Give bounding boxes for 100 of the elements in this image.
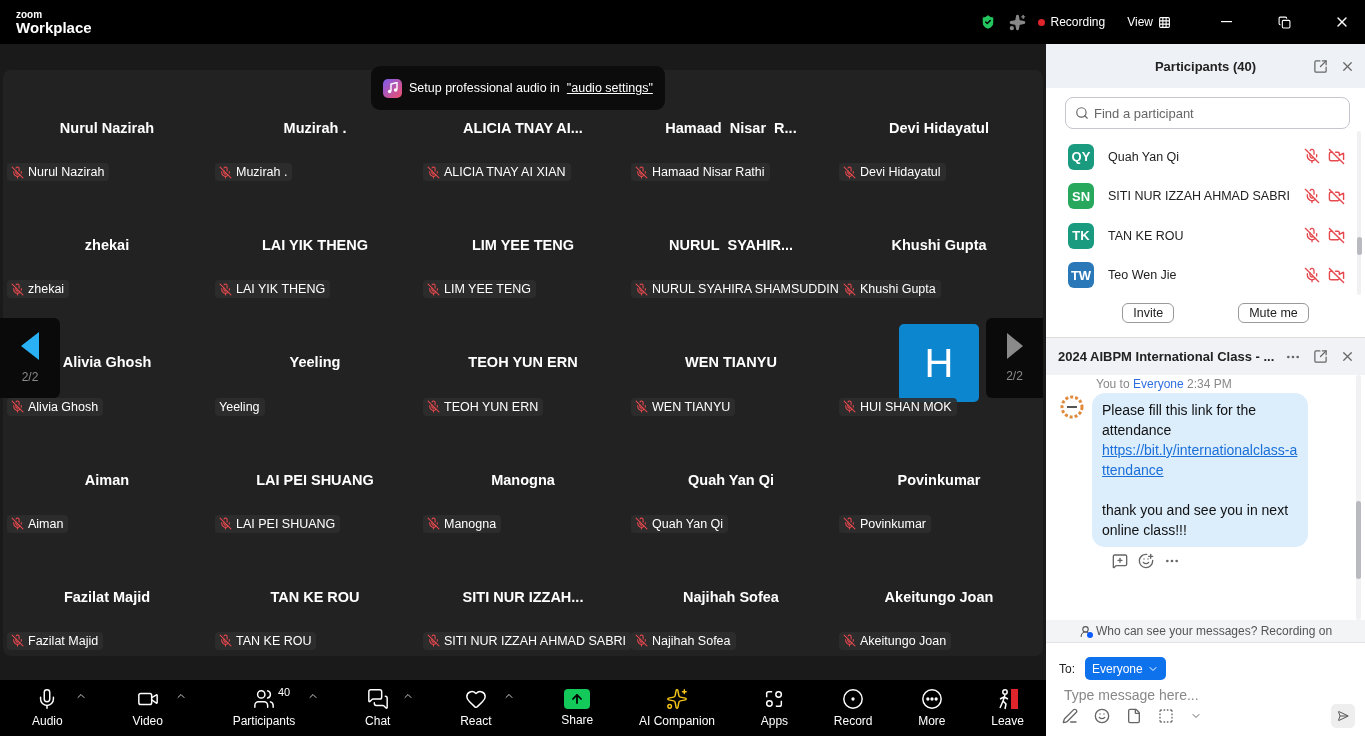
- participant-name: Aiman: [84, 471, 130, 488]
- sparkle-icon[interactable]: [1008, 13, 1026, 31]
- video-off-icon[interactable]: [1327, 266, 1345, 284]
- message-meta: You to Everyone 2:34 PM: [1095, 377, 1233, 391]
- emoji-icon[interactable]: [1094, 708, 1110, 724]
- mute-button[interactable]: Mute me: [1238, 303, 1309, 323]
- participant-avatar: TK: [1068, 222, 1094, 249]
- name-label-text: Manogna: [444, 516, 497, 531]
- sparkle-icon: [665, 688, 688, 710]
- react-button[interactable]: React: [460, 688, 492, 728]
- name-label-text: Hamaad Nisar Rathi: [652, 165, 765, 180]
- name-label-text: Nurul Nazirah: [28, 165, 105, 180]
- participant-row[interactable]: SN SITI NUR IZZAH AHMAD SABRI: [1046, 176, 1353, 216]
- screenshot-icon[interactable]: [1158, 708, 1174, 724]
- audio-settings-link[interactable]: "audio settings": [566, 81, 653, 95]
- pop-out-icon[interactable]: [1313, 349, 1328, 364]
- people-icon: [252, 688, 275, 710]
- scrollbar[interactable]: [1356, 131, 1361, 295]
- file-icon[interactable]: [1126, 708, 1142, 724]
- name-label-text: Aiman: [28, 516, 64, 531]
- send-icon: [1337, 709, 1349, 723]
- add-reaction-icon[interactable]: [1138, 553, 1154, 569]
- participant-name: Nurul Nazirah: [59, 120, 155, 136]
- participant-name: ALICIA TNAY AI...: [463, 120, 583, 136]
- scrollbar[interactable]: [1356, 375, 1361, 620]
- chat-button[interactable]: Chat: [365, 688, 391, 728]
- message-link[interactable]: https://bit.ly/internationalclass-attendance: [1102, 440, 1298, 480]
- name-label-text: Najihah Sofea: [652, 634, 731, 648]
- view-button[interactable]: View: [1127, 15, 1171, 29]
- muted-mic-icon[interactable]: [1303, 227, 1320, 244]
- name-label-text: Devi Hidayatul: [860, 165, 941, 180]
- video-button[interactable]: Video: [132, 688, 163, 728]
- message-text: Please fill this link for the attendance: [1102, 401, 1258, 440]
- name-label-text: Yeeling: [219, 399, 260, 414]
- invite-button[interactable]: Invite: [1122, 303, 1175, 323]
- muted-mic-icon[interactable]: [1303, 187, 1320, 204]
- video-off-icon[interactable]: [1327, 148, 1345, 166]
- name-label-text: Fazilat Majid: [28, 634, 99, 648]
- name-label-text: LAI YIK THENG: [236, 282, 326, 297]
- participant-row[interactable]: QY Quah Yan Qi: [1046, 137, 1353, 177]
- music-note-icon: [383, 78, 402, 98]
- right-triangle-icon: [1006, 333, 1023, 359]
- recording-indicator[interactable]: Recording: [1037, 15, 1106, 29]
- format-icon[interactable]: [1062, 708, 1078, 724]
- notice-text: Who can see your messages? Recording on: [1095, 624, 1333, 638]
- next-page-button[interactable]: 2/2: [986, 318, 1043, 398]
- video-off-icon[interactable]: [1327, 227, 1345, 245]
- panel-title: Participants (40): [1154, 58, 1257, 74]
- pop-out-icon[interactable]: [1313, 58, 1328, 74]
- participant-name: Devi Hidayatul: [889, 120, 989, 136]
- sender-logo-icon: [1060, 395, 1084, 419]
- participant-name: LIM YEE TENG: [471, 237, 575, 254]
- heart-icon: [464, 688, 487, 710]
- chat-bubbles-icon: [366, 688, 389, 710]
- more-icon: [920, 688, 943, 710]
- participant-name: LAI YIK THENG: [261, 237, 369, 254]
- muted-mic-icon[interactable]: [1303, 148, 1320, 165]
- participant-name: Yeeling: [289, 354, 341, 371]
- participant-name: Manogna: [491, 471, 555, 488]
- participant-name: WEN TIANYU: [685, 354, 777, 371]
- app-logo: zoom Workplace: [16, 9, 92, 35]
- name-label-text: SITI NUR IZZAH AHMAD SABRI: [444, 634, 626, 648]
- participant-name: Quah Yan Qi: [688, 471, 774, 488]
- apps-button[interactable]: Apps: [760, 688, 789, 728]
- name-label-text: zhekai: [28, 282, 65, 297]
- reply-icon[interactable]: [1112, 553, 1128, 569]
- user-icon: [1078, 624, 1092, 638]
- audio-button[interactable]: Audio: [32, 688, 63, 728]
- search-icon: [1075, 106, 1089, 120]
- ai-button[interactable]: AI Companion: [638, 688, 715, 728]
- name-label-text: TEOH YUN ERN: [444, 399, 539, 414]
- muted-mic-icon[interactable]: [1303, 266, 1320, 283]
- grid-icon: [1158, 15, 1171, 29]
- participant-row[interactable]: TK TAN KE ROU: [1046, 216, 1353, 256]
- leave-button[interactable]: Leave: [991, 688, 1024, 728]
- participant-row[interactable]: TW Teo Wen Jie: [1046, 255, 1353, 295]
- restore-icon: [1277, 15, 1291, 29]
- previous-page-button[interactable]: 2/2: [0, 318, 60, 398]
- minimize-icon: [1220, 21, 1232, 23]
- participant-avatar: TW: [1068, 262, 1094, 289]
- video-off-icon[interactable]: [1327, 187, 1345, 205]
- record-button[interactable]: Record: [833, 688, 873, 728]
- participant-name: Najihah Sofea: [683, 588, 779, 605]
- participant-name: Hamaad Nisar R...: [665, 120, 797, 136]
- avatar-tile: H: [899, 324, 979, 403]
- participant-name: zhekai: [84, 237, 130, 254]
- recipient-dropdown[interactable]: Everyone: [1085, 657, 1166, 680]
- to-label: To:: [1059, 661, 1075, 676]
- more-button[interactable]: More: [918, 688, 946, 728]
- participant-name: Muzirah .: [283, 120, 347, 136]
- name-label-text: LAI PEI SHUANG: [236, 516, 336, 531]
- participants-button[interactable]: 40 Participants: [232, 688, 296, 728]
- participant-name: Khushi Gupta: [891, 237, 987, 254]
- close-icon[interactable]: [1340, 349, 1355, 364]
- search-field[interactable]: Find a participant: [1065, 97, 1350, 129]
- participant-name: Alivia Ghosh: [62, 354, 152, 371]
- share-button[interactable]: Share: [561, 689, 594, 727]
- name-label-text: Khushi Gupta: [860, 282, 936, 297]
- participant-name: NURUL SYAHIR...: [668, 237, 794, 254]
- send-button[interactable]: [1331, 704, 1355, 728]
